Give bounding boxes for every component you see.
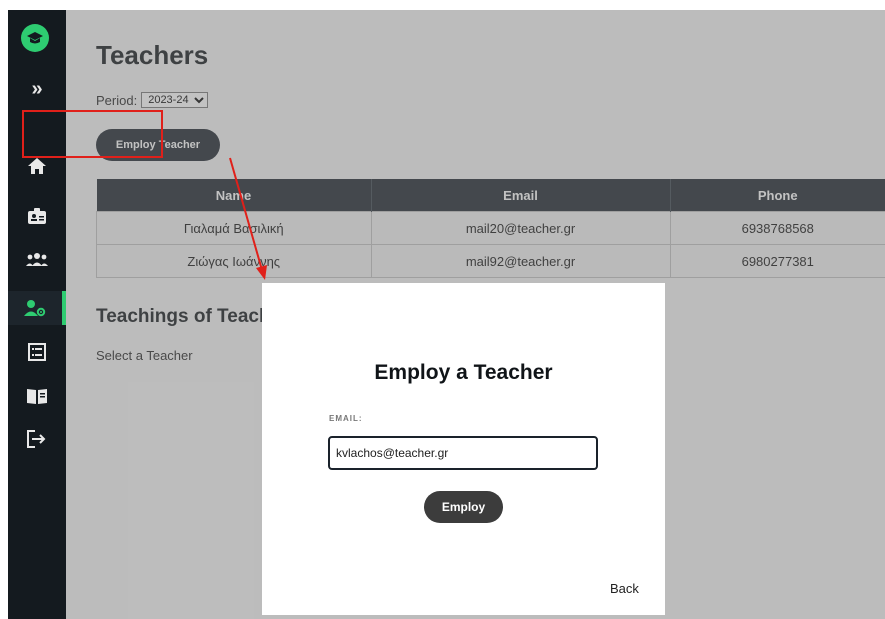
email-label: EMAIL:: [329, 414, 363, 423]
graduation-cap-icon: [27, 32, 43, 44]
sidebar-item-book[interactable]: [8, 379, 66, 413]
sidebar-item-users[interactable]: [8, 242, 66, 276]
top-strip: [0, 0, 885, 10]
employ-button[interactable]: Employ: [424, 491, 503, 523]
graduation-cap-logo[interactable]: [21, 24, 49, 52]
sidebar-item-list[interactable]: [8, 335, 66, 369]
email-input[interactable]: [328, 436, 598, 470]
annotation-highlight-box: [22, 110, 163, 158]
back-link[interactable]: Back: [610, 581, 639, 596]
sidebar-item-teachers[interactable]: [8, 291, 66, 325]
users-icon: [26, 253, 48, 266]
sidebar-expand-button[interactable]: »: [8, 72, 66, 106]
sidebar: »: [8, 10, 66, 619]
book-icon: [27, 389, 47, 404]
list-icon: [28, 343, 46, 361]
id-card-icon: [28, 208, 46, 224]
double-chevron-right-icon: »: [31, 77, 43, 100]
employ-teacher-modal: Employ a Teacher EMAIL: Employ Back: [262, 283, 665, 615]
user-gear-icon: [24, 300, 46, 317]
sidebar-item-id-card[interactable]: [8, 199, 66, 233]
modal-title: Employ a Teacher: [374, 361, 553, 384]
home-icon: [28, 158, 46, 174]
sidebar-item-logout[interactable]: [8, 422, 66, 456]
logout-icon: [27, 430, 46, 448]
